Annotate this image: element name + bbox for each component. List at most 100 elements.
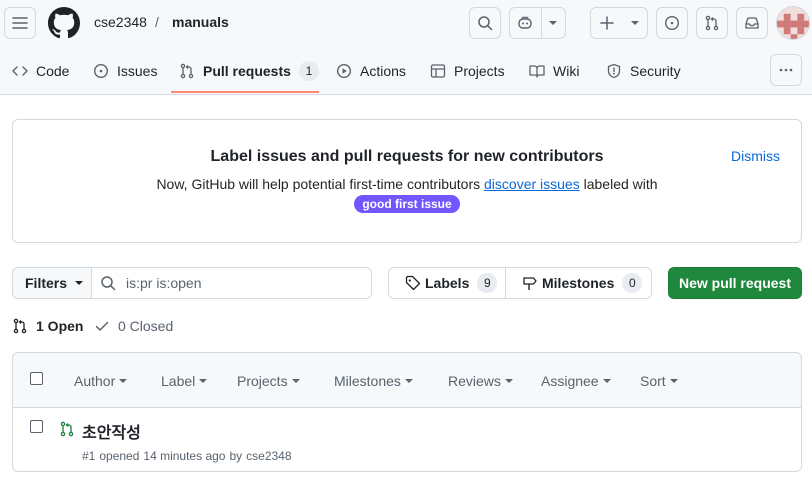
repo-owner-link[interactable]: cse2348	[94, 14, 147, 30]
issues-button[interactable]	[656, 7, 688, 39]
pull-request-icon	[180, 63, 194, 79]
pull-request-open-icon	[59, 421, 75, 437]
select-all-checkbox[interactable]	[30, 372, 43, 385]
pull-request-icon	[13, 318, 27, 334]
tag-icon	[405, 275, 421, 291]
new-pull-request-button[interactable]: New pull request	[668, 267, 802, 299]
copilot-icon	[518, 16, 533, 29]
author-filter[interactable]: Author	[74, 373, 128, 389]
issue-opened-icon	[664, 15, 680, 31]
pull-request-icon	[705, 15, 719, 31]
pr-meta: #1 opened 14 minutes ago by cse2348	[82, 449, 292, 463]
tab-pull-requests[interactable]: Pull requests 1	[179, 56, 319, 86]
pr-title-link[interactable]: 초안작성	[82, 419, 141, 443]
shield-icon	[607, 63, 621, 79]
milestones-label: Milestones	[542, 275, 615, 291]
new-contributors-banner: Label issues and pull requests for new c…	[12, 119, 802, 243]
pull-request-list: Author Label Projects Milestones Reviews…	[12, 352, 802, 472]
filter-label: Label	[161, 373, 196, 389]
tab-label: Pull requests	[203, 63, 291, 79]
tab-wiki[interactable]: Wiki	[529, 56, 579, 86]
chevron-down-icon	[119, 379, 128, 383]
play-icon	[336, 63, 352, 79]
filter-label: Sort	[640, 373, 666, 389]
open-state-toggle[interactable]: 1 Open	[12, 318, 83, 334]
sort-filter[interactable]: Sort	[640, 373, 678, 389]
search-icon	[478, 16, 493, 31]
more-tabs-button[interactable]	[770, 54, 802, 86]
banner-title: Label issues and pull requests for new c…	[210, 148, 604, 165]
tab-label: Code	[36, 63, 70, 79]
filter-label: Author	[74, 373, 116, 389]
filters-button[interactable]: Filters	[12, 267, 92, 299]
tab-actions[interactable]: Actions	[336, 56, 406, 86]
milestone-icon	[523, 277, 537, 290]
filter-label: Assignee	[541, 373, 599, 389]
create-new-button[interactable]	[590, 7, 648, 39]
check-icon	[95, 321, 109, 331]
list-item: 초안작성 #1 opened 14 minutes ago by cse2348	[13, 409, 801, 471]
pr-opened-text: opened	[99, 449, 140, 463]
labels-label: Labels	[425, 275, 470, 291]
inbox-button[interactable]	[736, 7, 768, 39]
filters-label: Filters	[25, 275, 68, 291]
tab-label: Issues	[117, 63, 158, 79]
closed-state-toggle[interactable]: 0 Closed	[94, 318, 173, 334]
issue-opened-icon	[93, 63, 109, 79]
search-button[interactable]	[469, 7, 501, 39]
good-first-issue-label[interactable]: good first issue	[354, 195, 460, 213]
filter-label: Reviews	[448, 373, 501, 389]
copilot-button[interactable]	[509, 7, 566, 39]
row-checkbox[interactable]	[30, 420, 43, 433]
banner-text-before: Now, GitHub will help potential first-ti…	[156, 176, 481, 192]
pr-time: 14 minutes ago	[143, 449, 226, 463]
active-tab-underline	[171, 91, 319, 93]
filter-label: Milestones	[334, 373, 401, 389]
labels-button[interactable]: Labels 9	[388, 267, 506, 299]
menu-button[interactable]	[4, 7, 36, 39]
breadcrumb-separator: /	[155, 14, 159, 30]
tab-label: Wiki	[553, 63, 580, 79]
discover-issues-link[interactable]: discover issues	[484, 176, 580, 192]
chevron-down-icon	[504, 379, 513, 383]
menu-icon	[12, 17, 28, 29]
open-count: 1 Open	[36, 318, 84, 334]
labels-counter: 9	[477, 273, 498, 293]
pr-author-link[interactable]: cse2348	[246, 449, 291, 463]
projects-filter[interactable]: Projects	[237, 373, 300, 389]
book-icon	[529, 65, 545, 78]
assignee-filter[interactable]: Assignee	[541, 373, 611, 389]
chevron-down-icon	[542, 21, 565, 25]
repo-name-link[interactable]: manuals	[172, 14, 229, 30]
pr-by-text: by	[229, 449, 243, 463]
tab-issues[interactable]: Issues	[93, 56, 157, 86]
closed-count: 0 Closed	[118, 318, 174, 334]
milestones-filter[interactable]: Milestones	[334, 373, 413, 389]
milestones-button[interactable]: Milestones 0	[505, 267, 652, 299]
badge-row: good first issue	[13, 195, 801, 213]
search-value: is:pr is:open	[126, 275, 202, 291]
search-input[interactable]: is:pr is:open	[91, 267, 372, 299]
github-logo-icon[interactable]	[48, 7, 80, 39]
avatar[interactable]	[776, 6, 810, 40]
chevron-down-icon	[199, 379, 208, 383]
search-icon	[101, 276, 116, 291]
banner-text-after: labeled with	[583, 176, 658, 192]
code-icon	[12, 66, 28, 76]
reviews-filter[interactable]: Reviews	[448, 373, 513, 389]
dismiss-button[interactable]: Dismiss	[731, 148, 780, 164]
pull-requests-button[interactable]	[696, 7, 728, 39]
chevron-down-icon	[623, 21, 647, 25]
chevron-down-icon	[75, 281, 84, 285]
plus-icon	[600, 16, 614, 30]
chevron-down-icon	[404, 379, 413, 383]
chevron-down-icon	[602, 379, 611, 383]
tab-code[interactable]: Code	[12, 56, 69, 86]
tab-projects[interactable]: Projects	[430, 56, 505, 86]
tab-security[interactable]: Security	[606, 56, 681, 86]
filter-label: Projects	[237, 373, 288, 389]
label-filter[interactable]: Label	[161, 373, 208, 389]
tab-label: Security	[630, 63, 681, 79]
milestones-counter: 0	[622, 273, 643, 293]
inbox-icon	[745, 17, 759, 29]
